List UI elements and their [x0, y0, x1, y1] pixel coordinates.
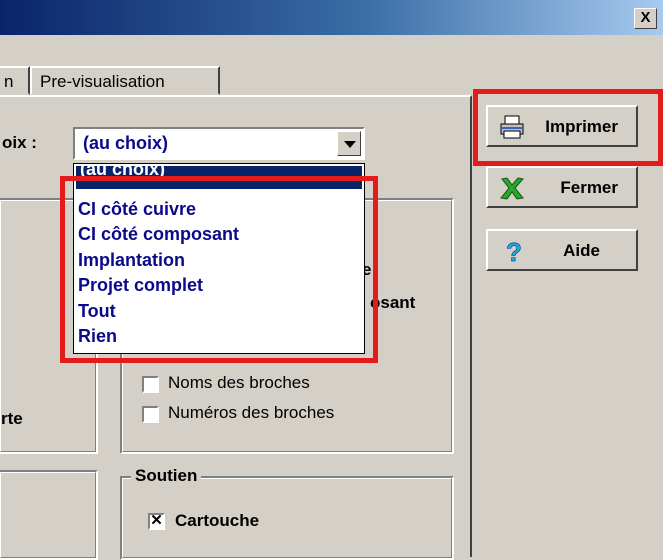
green-x-icon [500, 177, 524, 200]
cartouche-label: Cartouche [175, 511, 260, 530]
choice-label: oix : [2, 133, 37, 152]
help-button[interactable]: ? Aide [486, 229, 638, 271]
tab-pre-visualisation-label: Pre-visualisation [40, 72, 165, 91]
choice-combobox[interactable]: (au choix) [73, 127, 365, 160]
print-highlight [473, 89, 663, 166]
choice-combobox-value: (au choix) [83, 133, 169, 153]
window-close-button[interactable]: X [634, 8, 657, 29]
soutien-title: Soutien [131, 466, 202, 486]
help-button-label: Aide [563, 241, 600, 260]
left-group-fragment: rte [1, 409, 23, 428]
tab-partial-label: n [4, 72, 14, 91]
close-button[interactable]: Fermer [486, 166, 638, 208]
close-button-label: Fermer [560, 178, 618, 197]
title-bar: X [0, 0, 663, 35]
svg-text:?: ? [506, 237, 522, 265]
cartouche-checkbox[interactable]: ✕ [148, 513, 165, 530]
numeros-des-broches-label: Numéros des broches [168, 403, 335, 422]
chevron-down-icon[interactable] [337, 131, 361, 156]
numeros-des-broches-checkbox[interactable] [142, 406, 159, 423]
tab-partial[interactable]: n [0, 66, 30, 95]
dropdown-highlight [60, 176, 378, 363]
noms-des-broches-checkbox[interactable] [142, 376, 159, 393]
noms-des-broches-label: Noms des broches [168, 373, 310, 392]
soutien-group [120, 476, 454, 560]
tab-pre-visualisation[interactable]: Pre-visualisation [30, 66, 220, 95]
question-icon: ? [506, 237, 523, 265]
